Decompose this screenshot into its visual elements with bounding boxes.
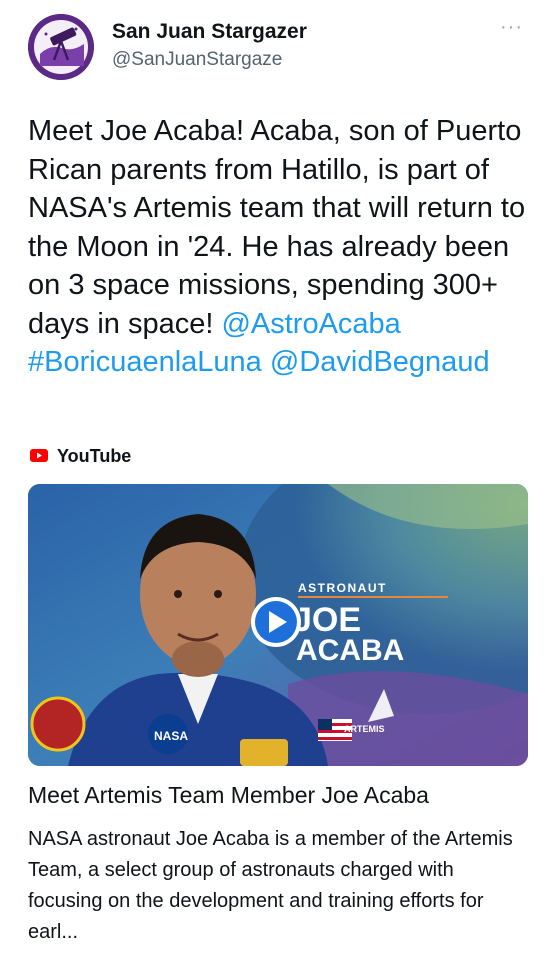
youtube-icon [30, 449, 48, 462]
author-display-name[interactable]: San Juan Stargazer [112, 20, 307, 44]
hashtag-link[interactable]: #BoricuaenlaLuna [28, 346, 262, 378]
mission-patch-icon [30, 696, 86, 752]
thumbnail-name-line-2: ACABA [296, 634, 404, 667]
astronaut-badge-icon [240, 739, 288, 766]
link-card-title[interactable]: Meet Artemis Team Member Joe Acaba [28, 782, 429, 809]
artemis-logo-text: ARTEMIS [344, 724, 385, 734]
author-handle[interactable]: @SanJuanStargaze [112, 49, 282, 71]
source-label: YouTube [57, 446, 132, 466]
mention-link[interactable]: @AstroAcaba [221, 308, 400, 340]
tweet-body-text: Meet Joe Acaba! Acaba, son of Puerto Ric… [28, 115, 526, 340]
mention-link[interactable]: @DavidBegnaud [270, 346, 490, 378]
telescope-logo-icon [28, 14, 94, 80]
link-card-description: NASA astronaut Joe Acaba is a member of … [28, 828, 513, 943]
tweet-text: Meet Joe Acaba! Acaba, son of Puerto Ric… [28, 112, 533, 382]
thumbnail-artwork: NASA ASTRONAUT JOE ACABA ARTEMIS [28, 484, 528, 766]
thumbnail-overline: ASTRONAUT [298, 581, 387, 595]
more-options-icon[interactable]: ··· [500, 16, 523, 39]
play-button-icon[interactable] [251, 597, 301, 647]
nasa-patch-text: NASA [154, 729, 188, 743]
avatar[interactable] [28, 14, 94, 80]
video-thumbnail[interactable]: NASA ASTRONAUT JOE ACABA ARTEMIS [28, 484, 528, 766]
